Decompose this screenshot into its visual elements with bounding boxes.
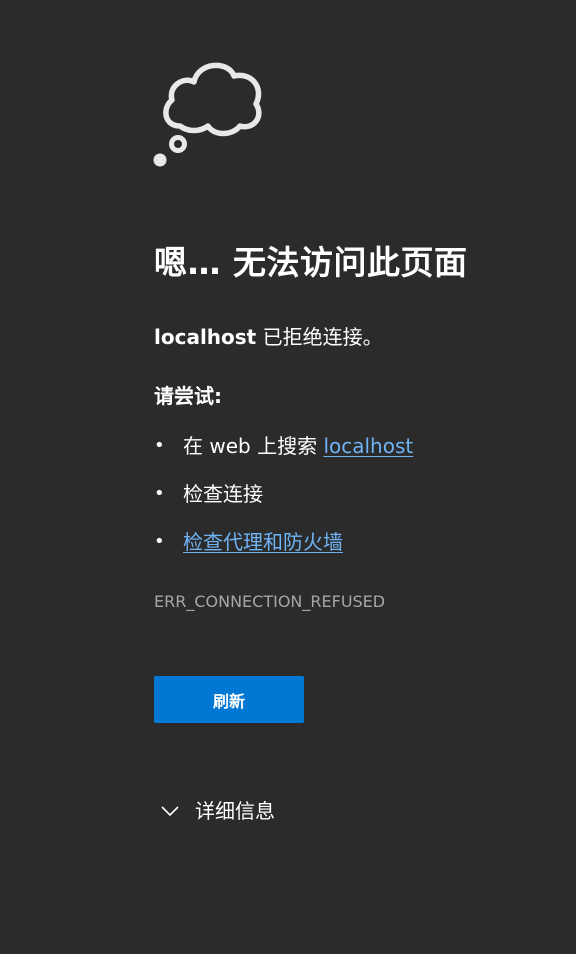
refresh-button[interactable]: 刷新 [154, 676, 304, 723]
bullet: • [154, 483, 165, 504]
details-label: 详细信息 [195, 799, 275, 823]
check-connection-text: 检查连接 [183, 482, 263, 506]
details-toggle[interactable]: 详细信息 [160, 795, 275, 827]
thought-cloud-icon [153, 62, 262, 167]
search-localhost-link[interactable]: localhost [323, 434, 413, 458]
message-text: 已拒绝连接。 [256, 325, 383, 349]
error-page: 嗯… 无法访问此页面 localhost 已拒绝连接。 请尝试: • 在 web… [0, 0, 576, 954]
search-web-prefix: 在 web 上搜索 [183, 434, 324, 458]
bullet: • [154, 435, 165, 456]
chevron-down-icon [161, 806, 179, 817]
message-host: localhost [154, 325, 257, 349]
suggestion-text: 在 web 上搜索 localhost [183, 431, 413, 461]
try-heading: 请尝试: [154, 384, 222, 408]
error-code: ERR_CONNECTION_REFUSED [154, 592, 386, 611]
check-proxy-firewall-link[interactable]: 检查代理和防火墙 [183, 527, 343, 557]
bullet: • [154, 531, 165, 552]
page-title: 嗯… 无法访问此页面 [154, 243, 468, 282]
error-message: localhost 已拒绝连接。 [154, 322, 383, 352]
